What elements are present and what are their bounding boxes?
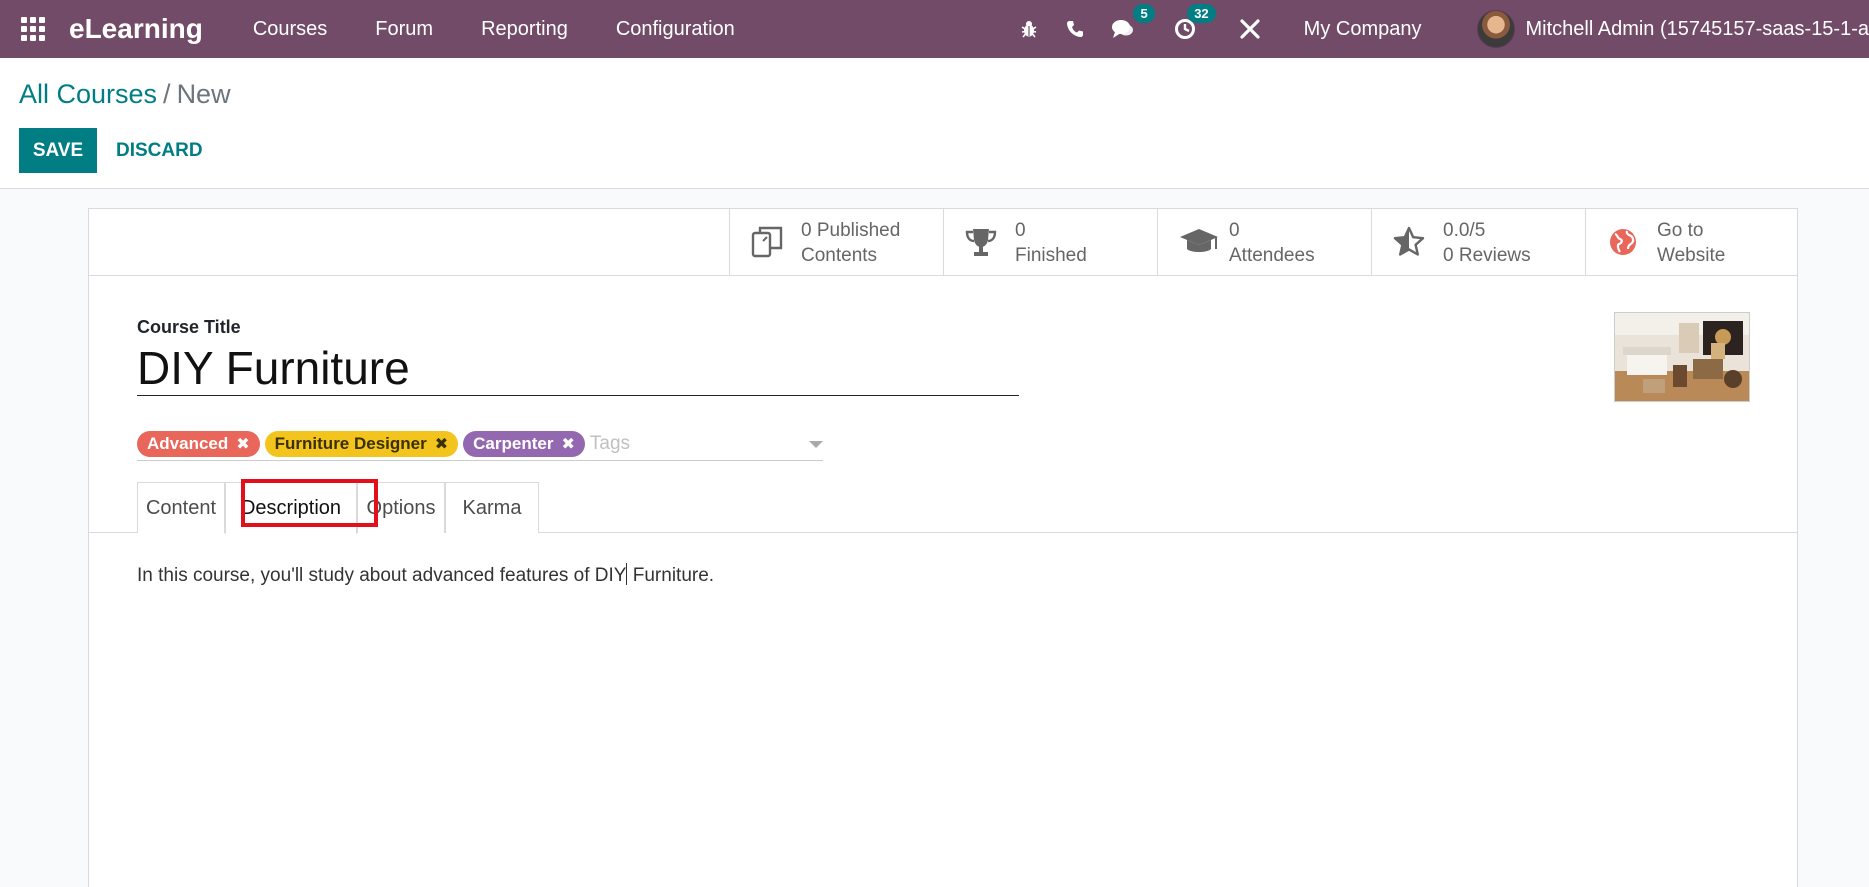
top-navbar: eLearning Courses Forum Reporting Config…: [0, 0, 1869, 58]
stat-line2: Attendees: [1229, 245, 1315, 266]
stat-line2: Contents: [801, 245, 878, 266]
course-title-label: Course Title: [137, 317, 241, 337]
graduation-cap-icon: [1180, 229, 1218, 252]
stat-button-box: 0 Published Contents 0 Finished 0 Attendees…: [89, 209, 1797, 276]
trophy-icon: [965, 229, 997, 256]
tags-field: Advanced ✖ Furniture Designer ✖ Carpenter ✖: [137, 427, 823, 461]
breadcrumb-separator: /: [163, 79, 171, 109]
tags-input[interactable]: [589, 432, 820, 455]
star-icon: [1393, 226, 1425, 256]
discard-button[interactable]: DISCARD: [106, 128, 213, 173]
stat-line1: 0: [1015, 220, 1026, 241]
tab-content[interactable]: Content: [137, 482, 225, 533]
activities-icon[interactable]: 32: [1174, 4, 1216, 40]
form-sheet: 0 Published Contents 0 Finished 0 Attendees…: [88, 208, 1798, 887]
phone-icon[interactable]: [1065, 19, 1085, 39]
tag-label: Furniture Designer: [274, 433, 427, 453]
messages-icon[interactable]: 5: [1111, 4, 1155, 40]
control-panel: All Courses / New SAVE DISCARD: [0, 58, 1869, 189]
tab-karma[interactable]: Karma: [445, 482, 539, 533]
copy-icon: [751, 226, 783, 258]
globe-icon: [1610, 229, 1636, 255]
menu-courses[interactable]: Courses: [253, 18, 327, 41]
stat-line2: 0 Reviews: [1443, 245, 1531, 266]
avatar: [1477, 10, 1516, 48]
tag-chip: Advanced ✖: [137, 430, 260, 457]
go-to-website-button[interactable]: Go to Website: [1585, 209, 1799, 275]
notebook-tabs: Content Description Options Karma: [89, 482, 1797, 534]
course-title-input[interactable]: [137, 340, 1019, 396]
attendees-button[interactable]: 0 Attendees: [1157, 209, 1371, 275]
app-brand[interactable]: eLearning: [69, 13, 203, 45]
breadcrumb: All Courses / New: [19, 79, 231, 110]
save-button[interactable]: SAVE: [19, 128, 97, 173]
chevron-down-icon[interactable]: [809, 441, 823, 448]
tab-options[interactable]: Options: [357, 482, 445, 533]
user-name: Mitchell Admin (15745157-saas-15-1-a: [1525, 17, 1869, 40]
tools-icon[interactable]: [1239, 18, 1261, 40]
published-contents-button[interactable]: 0 Published Contents: [729, 209, 943, 275]
stat-line1: Go to: [1657, 220, 1704, 241]
stat-line1: 0.0/5: [1443, 220, 1486, 241]
tag-chip: Furniture Designer ✖: [264, 430, 459, 457]
tag-label: Carpenter: [473, 433, 554, 453]
title-group: Course Title: [137, 317, 1019, 396]
description-editor[interactable]: In this course, you'll study about advan…: [137, 563, 714, 587]
stat-line2: Finished: [1015, 245, 1087, 266]
menu-reporting[interactable]: Reporting: [481, 18, 568, 41]
tag-label: Advanced: [147, 433, 229, 453]
course-image[interactable]: [1614, 312, 1750, 402]
stat-line1: 0: [1229, 220, 1240, 241]
bug-icon[interactable]: [1019, 19, 1039, 39]
tag-chip: Carpenter ✖: [463, 430, 585, 457]
reviews-button[interactable]: 0.0/5 0 Reviews: [1371, 209, 1585, 275]
description-text-end: Furniture.: [627, 565, 715, 586]
company-switcher[interactable]: My Company: [1304, 18, 1422, 41]
messages-badge: 5: [1133, 4, 1155, 23]
tab-description[interactable]: Description: [225, 482, 357, 534]
finished-button[interactable]: 0 Finished: [943, 209, 1157, 275]
menu-forum[interactable]: Forum: [375, 18, 433, 41]
app-menu-icon[interactable]: [21, 17, 45, 41]
remove-tag-icon[interactable]: ✖: [236, 434, 249, 454]
activities-badge: 32: [1187, 4, 1216, 23]
stat-line1: 0 Published: [801, 220, 901, 241]
navbar-systray: 5 32 My Company Mitchell Admin (15745157…: [1006, 0, 1869, 58]
user-menu[interactable]: Mitchell Admin (15745157-saas-15-1-a: [1477, 10, 1869, 48]
remove-tag-icon[interactable]: ✖: [435, 434, 448, 454]
breadcrumb-current: New: [176, 79, 231, 109]
description-text: In this course, you'll study about advan…: [137, 565, 627, 586]
menu-configuration[interactable]: Configuration: [616, 18, 735, 41]
stat-line2: Website: [1657, 245, 1726, 266]
remove-tag-icon[interactable]: ✖: [561, 434, 574, 454]
breadcrumb-all-courses[interactable]: All Courses: [19, 79, 157, 109]
